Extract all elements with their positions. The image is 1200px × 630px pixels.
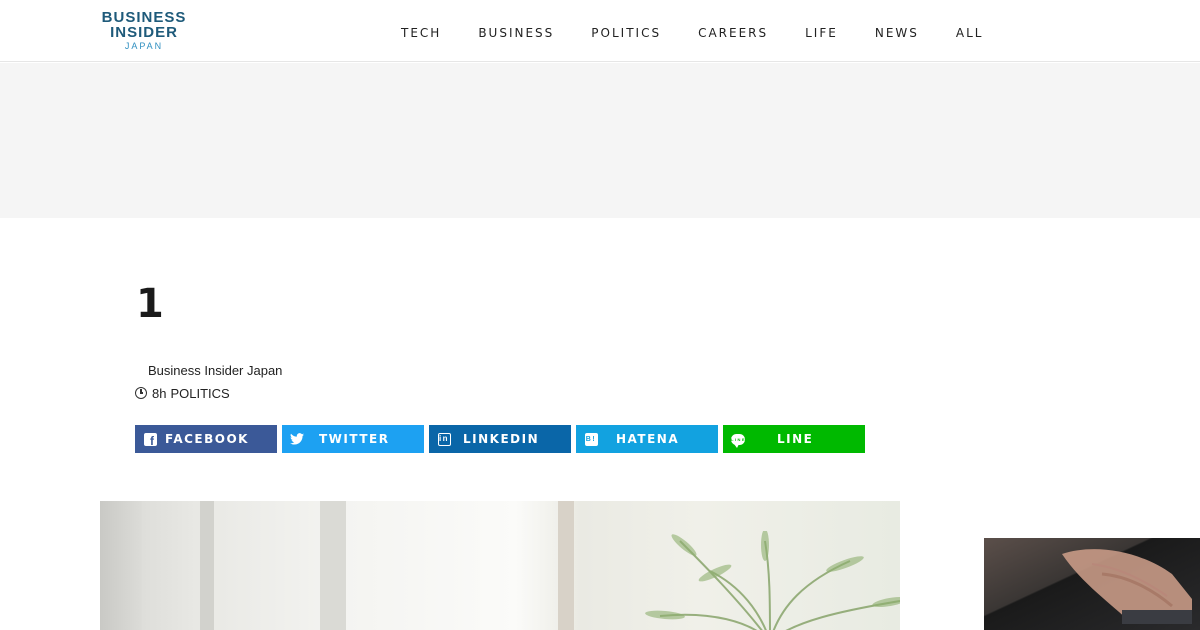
share-twitter-label: TWITTER: [319, 432, 390, 446]
nav-item-careers[interactable]: CAREERS: [698, 25, 768, 41]
hands-typing-image: [1062, 549, 1192, 624]
nav-item-life[interactable]: LIFE: [805, 25, 838, 41]
article-time: 8h: [152, 385, 167, 401]
clock-icon: [135, 387, 147, 399]
facebook-icon: [143, 432, 157, 448]
share-linkedin-label: LINKEDIN: [463, 432, 540, 446]
article-category[interactable]: POLITICS: [170, 386, 229, 401]
nav-item-news[interactable]: NEWS: [875, 25, 919, 41]
logo-text-business: BUSINESS: [101, 9, 187, 26]
share-hatena-button[interactable]: B! HATENA: [576, 425, 718, 453]
hero-window-frame: [558, 501, 574, 630]
related-article-thumbnail[interactable]: [984, 538, 1200, 630]
article-title: 1: [136, 281, 164, 327]
site-header: BUSINESS INSIDER JAPAN TECH BUSINESS POL…: [0, 0, 1200, 62]
share-line-button[interactable]: LINE LINE: [723, 425, 865, 453]
ad-banner-area: [0, 63, 1200, 218]
hatena-bookmark-icon: B!: [584, 432, 598, 446]
nav-item-business[interactable]: BUSINESS: [478, 25, 554, 41]
share-facebook-button[interactable]: FACEBOOK: [135, 425, 277, 453]
line-icon: LINE: [731, 432, 745, 448]
hero-wall-column: [320, 501, 346, 630]
share-hatena-label: HATENA: [616, 432, 680, 446]
hero-wall-shadow: [100, 501, 142, 630]
twitter-icon: [290, 432, 304, 446]
plant-image: [645, 531, 900, 630]
linkedin-icon: in: [437, 432, 451, 446]
article-author[interactable]: Business Insider Japan: [148, 363, 282, 379]
logo-text-japan: JAPAN: [124, 41, 164, 51]
share-twitter-button[interactable]: TWITTER: [282, 425, 424, 453]
nav-item-tech[interactable]: TECH: [401, 25, 441, 41]
article-meta: 8h POLITICS: [135, 385, 230, 401]
share-facebook-label: FACEBOOK: [165, 432, 249, 446]
nav-item-politics[interactable]: POLITICS: [591, 25, 661, 41]
hero-wall-column: [200, 501, 214, 630]
nav-item-all[interactable]: ALL: [956, 25, 984, 41]
share-linkedin-button[interactable]: in LINKEDIN: [429, 425, 571, 453]
share-buttons: FACEBOOK TWITTER in LINKEDIN B! HATENA L…: [135, 425, 865, 453]
logo-text-insider: INSIDER: [110, 24, 178, 41]
site-logo[interactable]: BUSINESS INSIDER JAPAN: [99, 10, 189, 54]
article-hero-image: [100, 501, 900, 630]
share-line-label: LINE: [777, 432, 814, 446]
main-nav: TECH BUSINESS POLITICS CAREERS LIFE NEWS…: [401, 25, 983, 41]
